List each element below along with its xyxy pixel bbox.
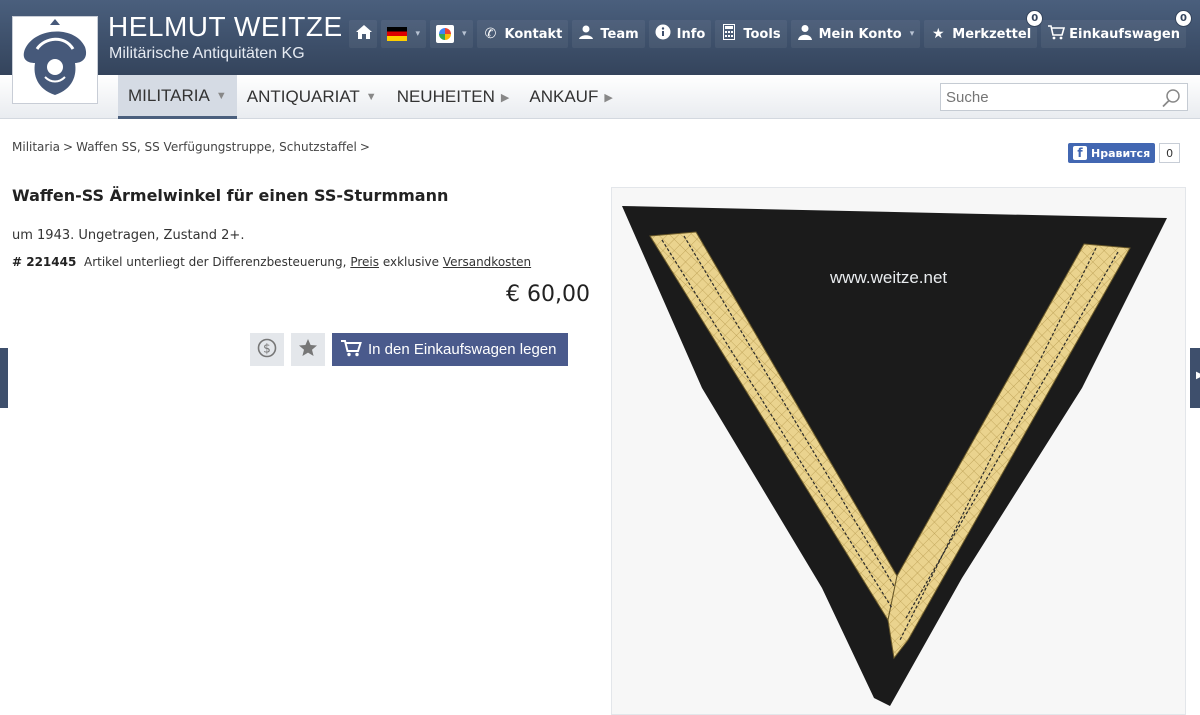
nav-einkaufswagen-label: Einkaufswagen (1069, 26, 1180, 42)
dollar-icon: $ (257, 338, 277, 362)
brand-subtitle: Militärische Antiquitäten KG (109, 45, 305, 62)
facebook-like-widget: f Нравится 0 (1068, 143, 1181, 163)
product-meta: # 221445 Artikel unterliegt der Differen… (12, 255, 531, 269)
image-watermark: www.weitze.net (830, 268, 948, 287)
translate-selector[interactable]: ▾ (429, 20, 473, 48)
product-sku: # 221445 (12, 255, 77, 269)
menu-ankauf-label: ANKAUF (529, 87, 599, 106)
language-selector[interactable]: ▾ (381, 20, 426, 48)
product-description: um 1943. Ungetragen, Zustand 2+. (12, 228, 245, 243)
star-icon (298, 338, 318, 362)
menu-militaria[interactable]: MILITARIA ▼ (118, 75, 237, 119)
breadcrumb-item-militaria[interactable]: Militaria (12, 140, 60, 154)
nav-info-label: Info (676, 26, 706, 42)
add-to-wishlist-button[interactable] (291, 333, 325, 366)
chevron-right-icon: ▶ (500, 91, 510, 104)
chevron-right-icon: ▶ (1196, 370, 1200, 381)
chevron-down-icon: ▾ (415, 29, 420, 39)
product-image[interactable]: www.weitze.net (611, 187, 1186, 715)
facebook-like-button[interactable]: f Нравится (1068, 143, 1156, 163)
team-icon (578, 24, 594, 44)
nav-tools-label: Tools (743, 26, 781, 42)
menu-neuheiten-label: NEUHEITEN (396, 87, 495, 106)
chevron-right-icon: ▶ (604, 91, 613, 104)
facebook-like-count: 0 (1159, 143, 1181, 163)
breadcrumb: Militaria > Waffen SS, SS Verfügungstruppe… (12, 140, 373, 154)
nav-tools[interactable]: Tools (715, 20, 787, 48)
search-icon[interactable] (1161, 88, 1181, 108)
product-title: Waffen-SS Ärmelwinkel für einen SS-Sturm… (12, 186, 449, 205)
user-icon (797, 24, 813, 44)
chevron-down-icon: ▾ (461, 29, 467, 39)
cart-icon (340, 339, 362, 361)
menu-antiquariat-label: ANTIQUARIAT (246, 87, 360, 106)
site-logo[interactable] (12, 16, 98, 104)
breadcrumb-separator: > (359, 140, 370, 154)
product-price: € 60,00 (506, 282, 590, 307)
shipping-link[interactable]: Versandkosten (443, 255, 531, 269)
add-to-cart-button[interactable]: In den Einkaufswagen legen (332, 333, 569, 366)
search-input[interactable] (946, 88, 1156, 106)
cart-count-badge: 0 (1175, 10, 1192, 27)
header-bar: HELMUT WEITZE Militärische Antiquitäten … (0, 0, 1200, 75)
breadcrumb-separator: > (63, 140, 74, 154)
nav-mein-konto-label: Mein Konto (818, 26, 902, 42)
category-menu: MILITARIA ▼ ANTIQUARIAT ▼ NEUHEITEN ▶ AN… (118, 75, 623, 119)
next-item-arrow[interactable]: ▶ (1190, 348, 1200, 408)
breadcrumb-item-waffen-ss[interactable]: Waffen SS, SS Verfügungstruppe, Schutzst… (76, 140, 357, 154)
calculator-icon (721, 24, 737, 44)
svg-text:$: $ (263, 341, 271, 355)
menu-militaria-label: MILITARIA (128, 85, 210, 105)
top-nav: ▾ ▾ ✆ Kontakt Team Info Tools Mein Konto… (349, 10, 1192, 48)
nav-kontakt-label: Kontakt (504, 26, 563, 42)
menu-ankauf[interactable]: ANKAUF ▶ (519, 75, 622, 119)
search-box (940, 83, 1188, 111)
google-icon (435, 25, 454, 43)
nav-einkaufswagen[interactable]: Einkaufswagen 0 (1041, 10, 1192, 48)
previous-item-arrow[interactable] (0, 348, 8, 408)
add-to-cart-label: In den Einkaufswagen legen (368, 341, 557, 358)
product-actions: $ In den Einkaufswagen legen (250, 333, 569, 366)
price-link[interactable]: Preis (350, 255, 379, 269)
currency-converter-button[interactable]: $ (250, 333, 284, 366)
chevron-down-icon: ▼ (215, 89, 227, 102)
chevron-down-icon: ▾ (909, 29, 915, 39)
nav-merkzettel[interactable]: ★ Merkzettel 0 (924, 10, 1044, 48)
nav-team-label: Team (600, 26, 639, 42)
nav-team[interactable]: Team (572, 20, 645, 48)
tax-note: Artikel unterliegt der Differenzbesteuer… (83, 255, 347, 269)
chevron-down-icon: ▼ (365, 91, 377, 103)
home-icon (355, 24, 373, 44)
exclusive-text: exklusive (382, 255, 440, 269)
nav-info[interactable]: Info (648, 20, 712, 48)
nav-merkzettel-label: Merkzettel (952, 26, 1032, 42)
brand-title[interactable]: HELMUT WEITZE (108, 11, 343, 43)
cart-icon (1047, 24, 1066, 44)
menu-antiquariat[interactable]: ANTIQUARIAT ▼ (237, 75, 387, 119)
facebook-icon: f (1073, 146, 1087, 160)
info-icon (655, 24, 671, 44)
star-icon: ★ (931, 26, 945, 42)
nav-kontakt[interactable]: ✆ Kontakt (476, 20, 569, 48)
menu-neuheiten[interactable]: NEUHEITEN ▶ (387, 75, 520, 119)
home-button[interactable] (349, 20, 378, 48)
main-navbar: MILITARIA ▼ ANTIQUARIAT ▼ NEUHEITEN ▶ AN… (0, 75, 1200, 119)
flag-de-icon (387, 27, 408, 41)
phone-icon: ✆ (484, 26, 497, 42)
nav-mein-konto[interactable]: Mein Konto ▾ (790, 20, 921, 48)
facebook-like-label: Нравится (1091, 146, 1151, 160)
